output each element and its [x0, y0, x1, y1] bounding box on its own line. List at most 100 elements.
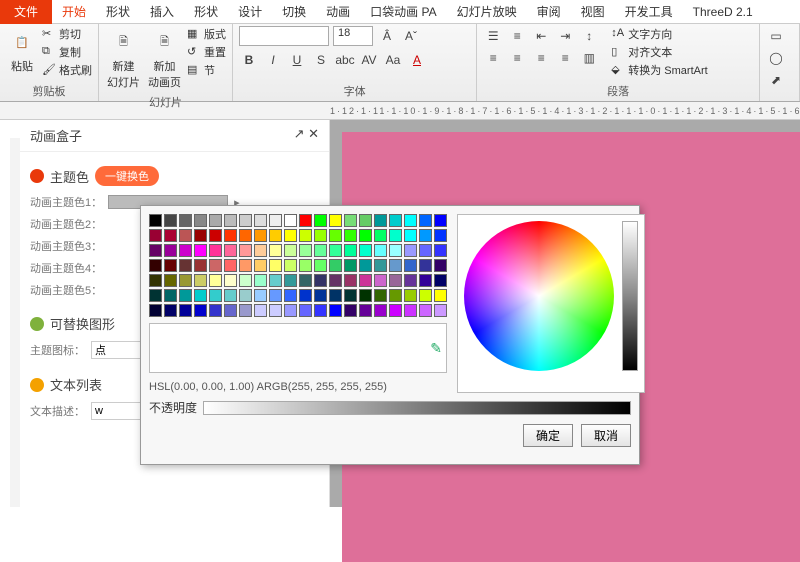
palette-cell[interactable]	[254, 289, 267, 302]
palette-cell[interactable]	[404, 229, 417, 242]
palette-cell[interactable]	[224, 259, 237, 272]
copy-button[interactable]: ⧉复制	[42, 44, 92, 60]
palette-cell[interactable]	[194, 274, 207, 287]
line-spacing-button[interactable]: ↕	[579, 26, 599, 46]
palette-cell[interactable]	[164, 259, 177, 272]
palette-cell[interactable]	[284, 274, 297, 287]
reset-button[interactable]: ↺重置	[187, 44, 226, 60]
palette-cell[interactable]	[329, 214, 342, 227]
palette-cell[interactable]	[149, 244, 162, 257]
palette-cell[interactable]	[344, 214, 357, 227]
palette-cell[interactable]	[344, 304, 357, 317]
palette-cell[interactable]	[314, 274, 327, 287]
palette-cell[interactable]	[299, 259, 312, 272]
palette-cell[interactable]	[179, 304, 192, 317]
palette-cell[interactable]	[389, 304, 402, 317]
palette-cell[interactable]	[419, 214, 432, 227]
palette-cell[interactable]	[224, 229, 237, 242]
palette-cell[interactable]	[359, 289, 372, 302]
palette-cell[interactable]	[344, 229, 357, 242]
palette-cell[interactable]	[404, 289, 417, 302]
palette-cell[interactable]	[389, 259, 402, 272]
palette-cell[interactable]	[269, 229, 282, 242]
palette-cell[interactable]	[389, 289, 402, 302]
palette-cell[interactable]	[224, 274, 237, 287]
palette-cell[interactable]	[299, 214, 312, 227]
panel-popout-icon[interactable]: ↗	[294, 126, 305, 141]
columns-button[interactable]: ▥	[579, 48, 599, 68]
palette-cell[interactable]	[434, 229, 447, 242]
palette-cell[interactable]	[179, 229, 192, 242]
new-slide-button[interactable]: 🗎新建 幻灯片	[105, 26, 142, 92]
tab-file[interactable]: 文件	[0, 0, 52, 24]
palette-cell[interactable]	[224, 289, 237, 302]
tab-8[interactable]: 幻灯片放映	[447, 0, 527, 24]
palette-cell[interactable]	[404, 274, 417, 287]
cancel-button[interactable]: 取消	[581, 424, 631, 447]
palette-cell[interactable]	[149, 214, 162, 227]
value-slider[interactable]	[622, 221, 638, 371]
case-button[interactable]: Aa	[383, 50, 403, 70]
palette-cell[interactable]	[149, 229, 162, 242]
palette-cell[interactable]	[149, 274, 162, 287]
one-click-recolor-badge[interactable]: 一键换色	[95, 166, 159, 186]
palette-cell[interactable]	[179, 289, 192, 302]
palette-cell[interactable]	[269, 289, 282, 302]
font-family-select[interactable]	[239, 26, 329, 46]
shape-oval-icon[interactable]: ◯	[766, 48, 786, 68]
palette-cell[interactable]	[239, 229, 252, 242]
palette-cell[interactable]	[239, 214, 252, 227]
palette-cell[interactable]	[179, 244, 192, 257]
palette-cell[interactable]	[239, 289, 252, 302]
palette-cell[interactable]	[164, 229, 177, 242]
palette-cell[interactable]	[389, 274, 402, 287]
palette-cell[interactable]	[344, 289, 357, 302]
palette-cell[interactable]	[404, 214, 417, 227]
palette-cell[interactable]	[359, 259, 372, 272]
palette-cell[interactable]	[179, 214, 192, 227]
add-anim-page-button[interactable]: 🗎新加 动画页	[146, 26, 183, 92]
palette-cell[interactable]	[314, 259, 327, 272]
palette-cell[interactable]	[224, 244, 237, 257]
palette-cell[interactable]	[404, 304, 417, 317]
paste-button[interactable]: 📋粘贴	[6, 26, 38, 76]
palette-cell[interactable]	[434, 304, 447, 317]
palette-cell[interactable]	[254, 259, 267, 272]
palette-cell[interactable]	[374, 304, 387, 317]
palette-cell[interactable]	[404, 259, 417, 272]
grow-font-button[interactable]: Â	[377, 26, 397, 46]
spacing-button[interactable]: AV	[359, 50, 379, 70]
palette-cell[interactable]	[329, 229, 342, 242]
tab-3[interactable]: 形状	[184, 0, 228, 24]
palette-cell[interactable]	[209, 274, 222, 287]
palette-cell[interactable]	[179, 274, 192, 287]
palette-cell[interactable]	[374, 259, 387, 272]
bold-button[interactable]: B	[239, 50, 259, 70]
tab-7[interactable]: 口袋动画 PA	[360, 0, 446, 24]
format-painter-button[interactable]: 🖌格式刷	[42, 62, 92, 78]
palette-cell[interactable]	[284, 259, 297, 272]
strike-button[interactable]: S	[311, 50, 331, 70]
text-direction-button[interactable]: ↕A文字方向	[611, 26, 707, 42]
palette-cell[interactable]	[419, 304, 432, 317]
palette-cell[interactable]	[164, 274, 177, 287]
palette-cell[interactable]	[419, 289, 432, 302]
palette-cell[interactable]	[209, 259, 222, 272]
palette-cell[interactable]	[419, 229, 432, 242]
palette-cell[interactable]	[314, 244, 327, 257]
palette-cell[interactable]	[239, 304, 252, 317]
palette-cell[interactable]	[269, 304, 282, 317]
palette-cell[interactable]	[389, 214, 402, 227]
opacity-slider[interactable]	[203, 401, 631, 415]
palette-cell[interactable]	[209, 304, 222, 317]
palette-cell[interactable]	[434, 289, 447, 302]
palette-cell[interactable]	[164, 214, 177, 227]
palette-cell[interactable]	[359, 229, 372, 242]
tab-2[interactable]: 插入	[140, 0, 184, 24]
palette-cell[interactable]	[284, 229, 297, 242]
align-left-button[interactable]: ≡	[483, 48, 503, 68]
palette-cell[interactable]	[239, 259, 252, 272]
palette-cell[interactable]	[209, 229, 222, 242]
palette-cell[interactable]	[434, 259, 447, 272]
palette-cell[interactable]	[149, 289, 162, 302]
